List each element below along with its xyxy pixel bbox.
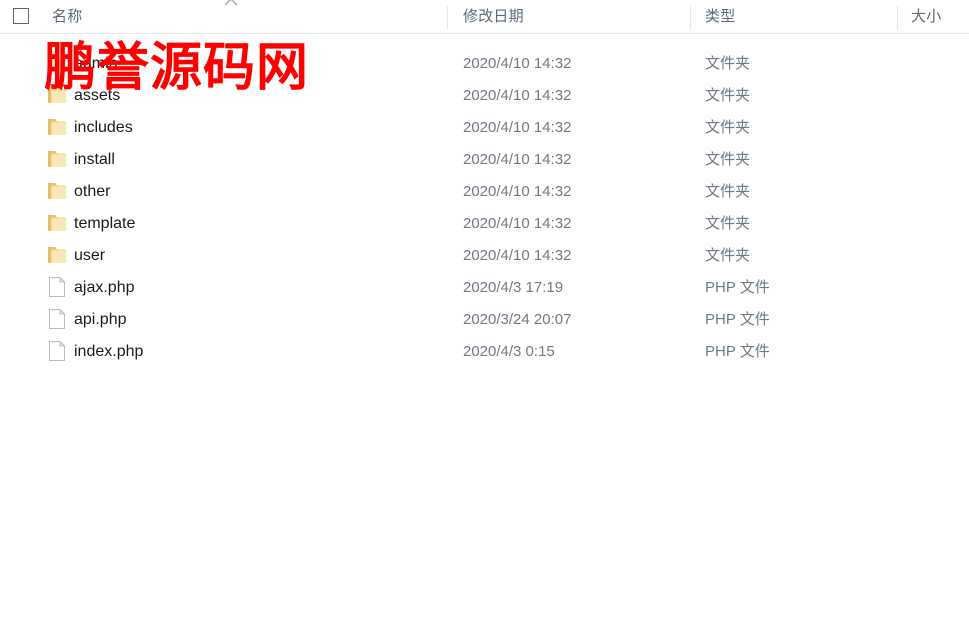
- cell-type: 文件夹: [705, 119, 751, 136]
- table-row[interactable]: api.php 2020/3/24 20:07 PHP 文件: [0, 304, 969, 336]
- cell-modified-date: 2020/3/24 20:07: [463, 311, 572, 328]
- cell-name: other: [74, 183, 111, 200]
- cell-type: 文件夹: [705, 151, 751, 168]
- cell-type: 文件夹: [705, 55, 751, 72]
- cell-name: includes: [74, 119, 133, 136]
- table-row[interactable]: template 2020/4/10 14:32 文件夹: [0, 208, 969, 240]
- cell-name: assets: [74, 87, 121, 104]
- folder-icon: [46, 179, 68, 203]
- cell-type: 文件夹: [705, 247, 751, 264]
- sort-ascending-chevron-up-icon: [224, 0, 238, 6]
- table-row[interactable]: user 2020/4/10 14:32 文件夹: [0, 240, 969, 272]
- cell-name: user: [74, 247, 106, 264]
- cell-modified-date: 2020/4/10 14:32: [463, 247, 572, 264]
- cell-modified-date: 2020/4/10 14:32: [463, 119, 572, 136]
- cell-type: PHP 文件: [705, 343, 770, 360]
- folder-icon: [46, 147, 68, 171]
- cell-modified-date: 2020/4/10 14:32: [463, 151, 572, 168]
- cell-modified-date: 2020/4/10 14:32: [463, 215, 572, 232]
- table-row[interactable]: other 2020/4/10 14:32 文件夹: [0, 176, 969, 208]
- cell-type: 文件夹: [705, 87, 751, 104]
- cell-name: admin: [74, 55, 118, 72]
- column-divider-size[interactable]: [897, 6, 898, 30]
- column-header-date[interactable]: 修改日期: [463, 6, 524, 28]
- cell-modified-date: 2020/4/10 14:32: [463, 55, 572, 72]
- table-row[interactable]: includes 2020/4/10 14:32 文件夹: [0, 112, 969, 144]
- cell-size: [911, 272, 967, 304]
- file-icon: [46, 339, 68, 363]
- select-all-checkbox[interactable]: [13, 8, 29, 24]
- cell-size: [911, 240, 967, 272]
- file-icon: [46, 275, 68, 299]
- cell-name: ajax.php: [74, 279, 135, 296]
- cell-name: template: [74, 215, 136, 232]
- column-header-size[interactable]: 大小: [911, 6, 941, 28]
- cell-size: [911, 176, 967, 208]
- cell-size: [911, 144, 967, 176]
- table-row[interactable]: ajax.php 2020/4/3 17:19 PHP 文件: [0, 272, 969, 304]
- file-list: admin 2020/4/10 14:32 文件夹 assets 2020/4/10 …: [0, 48, 969, 368]
- cell-type: 文件夹: [705, 215, 751, 232]
- column-divider-date[interactable]: [447, 6, 448, 30]
- column-header-name[interactable]: 名称: [52, 6, 82, 28]
- cell-modified-date: 2020/4/10 14:32: [463, 183, 572, 200]
- cell-size: [911, 48, 967, 80]
- table-row[interactable]: install 2020/4/10 14:32 文件夹: [0, 144, 969, 176]
- cell-size: [911, 80, 967, 112]
- cell-size: [911, 208, 967, 240]
- folder-icon: [46, 115, 68, 139]
- cell-name: api.php: [74, 311, 127, 328]
- table-row[interactable]: admin 2020/4/10 14:32 文件夹: [0, 48, 969, 80]
- column-header-type[interactable]: 类型: [705, 6, 735, 28]
- table-row[interactable]: assets 2020/4/10 14:32 文件夹: [0, 80, 969, 112]
- cell-name: install: [74, 151, 115, 168]
- cell-size: [911, 336, 967, 368]
- file-icon: [46, 307, 68, 331]
- cell-type: PHP 文件: [705, 311, 770, 328]
- cell-type: 文件夹: [705, 183, 751, 200]
- cell-size: [911, 304, 967, 336]
- folder-icon: [46, 51, 68, 75]
- table-row[interactable]: index.php 2020/4/3 0:15 PHP 文件: [0, 336, 969, 368]
- cell-type: PHP 文件: [705, 279, 770, 296]
- folder-icon: [46, 243, 68, 267]
- column-divider-type[interactable]: [690, 6, 691, 30]
- folder-icon: [46, 211, 68, 235]
- cell-modified-date: 2020/4/3 0:15: [463, 343, 555, 360]
- cell-modified-date: 2020/4/10 14:32: [463, 87, 572, 104]
- cell-modified-date: 2020/4/3 17:19: [463, 279, 564, 296]
- cell-name: index.php: [74, 343, 144, 360]
- column-header-bar: 名称 修改日期 类型 大小: [0, 0, 969, 34]
- cell-size: [911, 112, 967, 144]
- folder-icon: [46, 83, 68, 107]
